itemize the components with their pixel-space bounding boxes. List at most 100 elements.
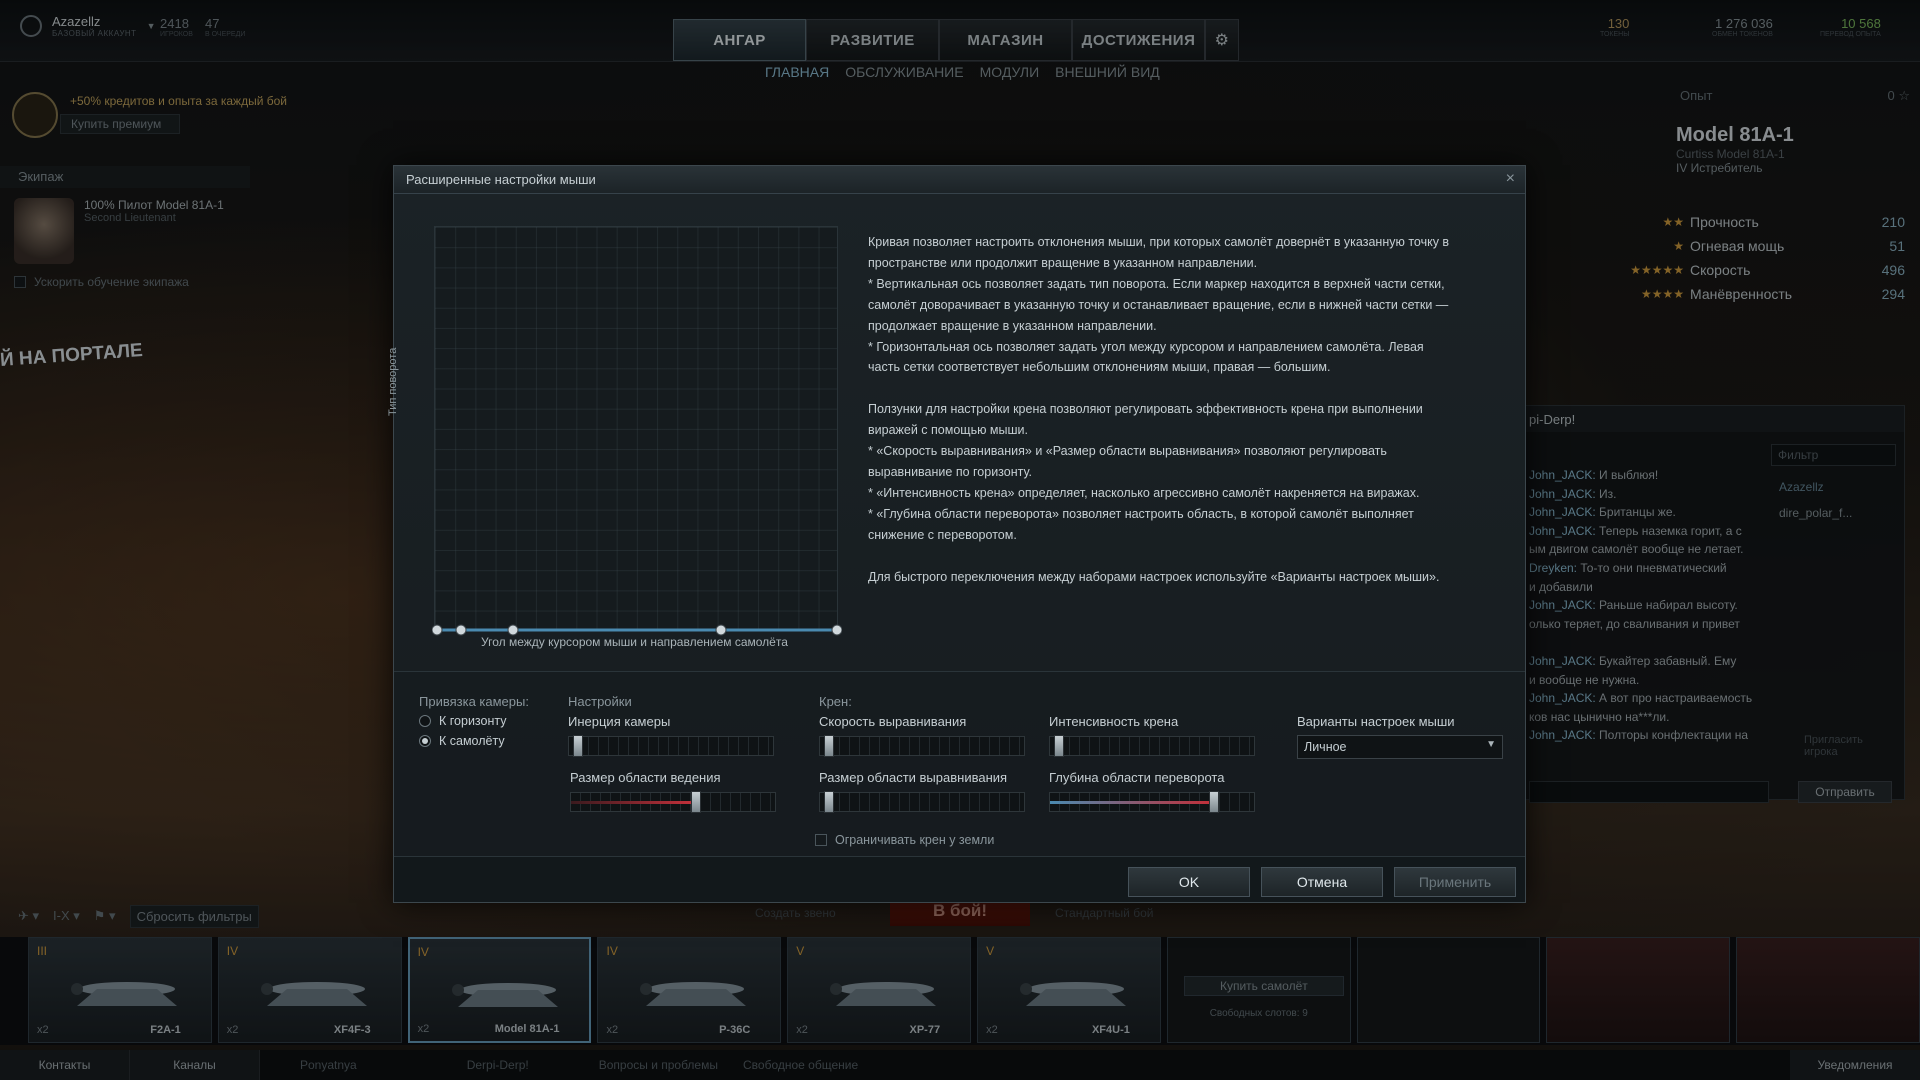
checkbox-icon [14, 276, 26, 288]
message-author[interactable]: Dreyken: [1529, 561, 1577, 575]
stat-value: 496 [1881, 262, 1905, 278]
buy-premium-button[interactable]: Купить премиум [60, 114, 180, 134]
camera-label: Привязка камеры: [419, 694, 529, 709]
exchange-value: 1 276 036 [1715, 16, 1773, 31]
plane-card[interactable]: Vx2 XF4U-1 [977, 937, 1161, 1043]
message-author[interactable]: John_JACK: [1529, 728, 1596, 742]
channels-button[interactable]: Каналы [130, 1050, 260, 1080]
align-size-slider[interactable] [819, 791, 1025, 813]
chat-message: John_JACK: Полторы конфлектации на [1529, 726, 1759, 745]
channel-tab[interactable]: Вопросы и проблемы [599, 1058, 718, 1072]
plane-icon [1020, 982, 1127, 1006]
stat-row[interactable]: ★ Огневая мощь 51 [1600, 234, 1905, 258]
flip-depth-slider[interactable] [1049, 791, 1255, 813]
channel-tab[interactable]: Ponyatnya [300, 1058, 357, 1072]
message-author[interactable]: John_JACK: [1529, 505, 1596, 519]
subtab-main[interactable]: ГЛАВНАЯ [765, 64, 829, 80]
account-menu[interactable]: Azazellz БАЗОВЫЙ АККАУНТ ▼ [20, 14, 155, 38]
plane-carousel: III x2 F2A-1 IV x2 XF4F-3 IV x2 Model 81A-1 IV x2 P… [0, 937, 1920, 1045]
message-author[interactable]: John_JACK: [1529, 524, 1596, 538]
preset-select[interactable]: Личное ▼ [1297, 735, 1503, 759]
buy-plane-button[interactable]: Купить самолёт [1183, 976, 1344, 996]
stat-row[interactable]: ★★★★ Манёвренность 294 [1600, 282, 1905, 306]
plane-card[interactable]: IV x2 XF4F-3 [217, 937, 402, 1043]
chat-user[interactable]: Azazellz [1779, 480, 1896, 494]
tab-hangar[interactable]: АНГАР [673, 19, 806, 61]
tab-research[interactable]: РАЗВИТИЕ [806, 19, 939, 61]
slider-knob[interactable] [1209, 791, 1219, 813]
slider-knob[interactable] [824, 791, 834, 813]
stat-row[interactable]: ★★★★★ Скорость 496 [1600, 258, 1905, 282]
subtab-maintenance[interactable]: ОБСЛУЖИВАНИЕ [845, 64, 963, 80]
tab-shop[interactable]: МАГАЗИН [939, 19, 1072, 61]
ok-button[interactable]: OK [1128, 867, 1250, 897]
channel-tab[interactable]: Свободное общение [743, 1058, 858, 1072]
plane-card[interactable]: Vx2 XP-77 [787, 937, 972, 1043]
tier-filter-icon[interactable]: I-X ▾ [53, 908, 80, 924]
radio-selected-icon [419, 735, 431, 747]
filter-input[interactable]: Фильтр [1771, 444, 1896, 466]
message-author[interactable]: John_JACK: [1529, 468, 1596, 482]
nation-filter-icon[interactable]: ⚑ ▾ [94, 908, 116, 924]
curve-point[interactable] [507, 624, 519, 636]
slider-knob[interactable] [824, 735, 834, 757]
plane-type-filter-icon[interactable]: ✈ ▾ [18, 908, 39, 924]
locked-plane-card[interactable] [1736, 937, 1920, 1043]
message-author[interactable]: John_JACK: [1529, 691, 1596, 705]
guide-slider[interactable] [570, 791, 776, 813]
roll-intensity-slider[interactable] [1049, 735, 1255, 757]
plane-count: x2 [606, 1024, 619, 1036]
stat-value: 51 [1889, 238, 1905, 254]
pilot-avatar [14, 198, 74, 264]
cancel-button[interactable]: Отмена [1261, 867, 1383, 897]
plane-card[interactable]: IV x2 Model 81A-1 [407, 937, 592, 1043]
locked-plane-card[interactable] [1356, 937, 1541, 1043]
message-author[interactable]: John_JACK: [1529, 654, 1596, 668]
camera-plane-radio[interactable]: К самолёту [419, 734, 505, 748]
tab-achievements[interactable]: ДОСТИЖЕНИЯ [1072, 19, 1205, 61]
chevron-down-icon: ▼ [146, 21, 156, 31]
message-author[interactable]: John_JACK: [1529, 598, 1596, 612]
curve-point[interactable] [455, 624, 467, 636]
curve-grid[interactable] [434, 226, 838, 630]
channel-tab[interactable]: Derpi-Derp! [467, 1058, 529, 1072]
subtab-modules[interactable]: МОДУЛИ [980, 64, 1040, 80]
stat-row[interactable]: ★★ Прочность 210 [1600, 210, 1905, 234]
locked-plane-card[interactable] [1546, 937, 1731, 1043]
chat-user[interactable]: dire_polar_f... [1779, 506, 1896, 520]
limit-roll-checkbox[interactable]: Ограничивать крен у земли [815, 833, 994, 847]
close-icon[interactable]: × [1506, 170, 1515, 188]
plane-card[interactable]: III x2 F2A-1 [28, 937, 212, 1043]
reset-filters-button[interactable]: Сбросить фильтры [129, 904, 259, 928]
chat-message: John_JACK: А вот про настраиваемость [1529, 689, 1759, 708]
curve-point[interactable] [432, 624, 443, 636]
notifications-button[interactable]: Уведомления [1790, 1050, 1920, 1080]
message-text: И выблюя! [1599, 468, 1659, 482]
battle-mode-select[interactable]: Стандартный бой [1055, 906, 1153, 920]
message-author[interactable]: John_JACK: [1529, 487, 1596, 501]
slider-knob[interactable] [573, 735, 583, 757]
players-count: 2418 [160, 16, 189, 31]
curve-point[interactable] [715, 624, 727, 636]
camera-horizon-radio[interactable]: К горизонту [419, 714, 507, 728]
create-flight-button[interactable]: Создать звено [755, 906, 836, 920]
plane-icon [451, 983, 558, 1007]
curve-point[interactable] [831, 624, 842, 636]
send-button[interactable]: Отправить [1798, 781, 1892, 803]
chat-input[interactable] [1529, 781, 1769, 803]
chat-message: John_JACK: Раньше набирал высоту. [1529, 596, 1759, 615]
apply-button[interactable]: Применить [1394, 867, 1516, 897]
settings-gear-icon[interactable]: ⚙ [1205, 19, 1239, 61]
plane-card[interactable]: IV x2 P-36C [597, 937, 782, 1043]
token-exchange: 1 276 036 ОБМЕН ТОКЕНОВ [1712, 16, 1773, 38]
subtab-appearance[interactable]: ВНЕШНИЙ ВИД [1055, 64, 1160, 80]
pilot-card[interactable]: 100% Пилот Model 81A-1 Second Lieutenant [14, 198, 224, 264]
contacts-button[interactable]: Контакты [0, 1050, 130, 1080]
speedup-training-checkbox[interactable]: Ускорить обучение экипажа [14, 275, 189, 289]
stat-label: Прочность [1690, 214, 1759, 230]
inertia-slider[interactable] [568, 735, 774, 757]
align-speed-slider[interactable] [819, 735, 1025, 757]
slider-knob[interactable] [691, 791, 701, 813]
invite-player-button[interactable]: Пригласить игрока [1804, 734, 1884, 758]
slider-knob[interactable] [1054, 735, 1064, 757]
